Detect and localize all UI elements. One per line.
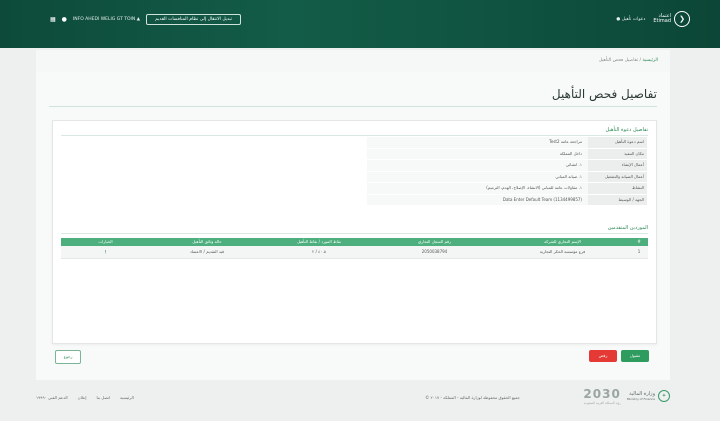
detail-value: ١. صيانة المباني (367, 171, 588, 182)
vision-tagline: رؤية المملكة العربية السعودية (583, 401, 621, 405)
footer-link-home[interactable]: الرئيسية (120, 395, 134, 400)
detail-row: اسم دعوة التأهيل مراجعة عامة Test2 (367, 137, 647, 149)
logo-text-en: Etimad (653, 18, 671, 24)
detail-value: داخل المملكة (367, 148, 588, 159)
suppliers-table: # الإسم التجاري للشركة رقم السجل التجاري… (61, 238, 648, 259)
accept-button[interactable]: مقبول (621, 350, 649, 362)
column-header-cr-number: رقم السجل التجاري (418, 239, 451, 244)
detail-row: النشاط ١. مقاولات عامة للمباني (الانشاء،… (367, 183, 647, 195)
footer-link-contact[interactable]: اتصل بنا (97, 395, 111, 400)
vision-2030-logo: 2030 (583, 387, 621, 401)
header-right-group: ● دعوات تأهيل اعتماد Etimad ❯ (616, 11, 690, 27)
notification-icon[interactable]: ● (62, 16, 67, 23)
title-divider (49, 106, 657, 107)
user-company-name[interactable]: INFO AHEDI WELIG GT TOIN ▲ (73, 17, 140, 22)
column-header-index: # (637, 239, 641, 244)
row-score: ٤٠.٥ / ٢ (312, 249, 326, 254)
ministry-emblem-icon: ✦ (658, 390, 670, 402)
suppliers-section-title: الموردين المتقدمين (607, 225, 648, 231)
detail-label: الجهة / الوسيط (588, 194, 647, 205)
row-options-kebab-icon[interactable]: ⋮ (61, 246, 150, 258)
row-cr-number: 2050038794 (421, 249, 448, 254)
detail-value: ١. مقاولات عامة للمباني (الانشاء، الإصلا… (367, 183, 588, 194)
details-card: تفاصيل دعوة التأهيل اسم دعوة التأهيل مرا… (52, 120, 657, 344)
grid-menu-icon[interactable]: ▦ (50, 16, 56, 23)
breadcrumb: الرئيسية / تفاصيل فحص التأهيل (599, 58, 658, 63)
detail-label: أعمال الإنشاء (588, 160, 647, 171)
detail-label: اسم دعوة التأهيل (588, 137, 647, 148)
details-section-title: تفاصيل دعوة التأهيل (605, 127, 648, 133)
copyright-text: جميع الحقوق محفوظة لوزارة المالية - المم… (425, 395, 520, 400)
column-header-company: الإسم التجاري للشركة (544, 239, 581, 244)
detail-value: مراجعة عامة Test2 (367, 137, 588, 148)
detail-label: النشاط (588, 183, 647, 194)
detail-label: مكان التنفيذ (588, 148, 647, 159)
row-index: 1 (637, 249, 641, 254)
detail-value: ١. انشائي (367, 160, 588, 171)
column-header-options: الخيارات (98, 239, 113, 244)
footer-links: الرئيسية اتصل بنا إعلان الدعم الفني ١٩٩٩… (36, 395, 134, 400)
column-header-score: نقاط المورد / نقاط التأهيل (296, 239, 342, 244)
footer-link-support[interactable]: الدعم الفني ١٩٩٩٠ (36, 395, 68, 400)
details-section-divider (61, 135, 648, 136)
breadcrumb-bar: الرئيسية / تفاصيل فحص التأهيل (36, 50, 670, 73)
page-footer: 2030 رؤية المملكة العربية السعودية وزارة… (36, 383, 670, 413)
table-header: # الإسم التجاري للشركة رقم السجل التجاري… (61, 238, 648, 246)
row-status: قيد التقديم / الاعتماد (189, 249, 225, 254)
ministry-name-en: Ministry of Finance (626, 397, 655, 401)
header-left-group: ▦ ● INFO AHEDI WELIG GT TOIN ▲ تبديل الا… (50, 12, 241, 26)
detail-row: الجهة / الوسيط Data Enter Default Team (… (367, 194, 647, 206)
detail-value: Data Enter Default Team (1134499857) (367, 194, 588, 205)
column-header-status: حالة وثائق التأهيل (192, 239, 222, 244)
breadcrumb-current: تفاصيل فحص التأهيل (598, 58, 639, 63)
footer-logos: 2030 رؤية المملكة العربية السعودية وزارة… (583, 387, 670, 405)
user-menu[interactable]: ● دعوات تأهيل (616, 17, 645, 22)
detail-row: أعمال الصيانة والتشغيل ١. صيانة المباني (367, 171, 647, 183)
breadcrumb-separator: / (639, 58, 642, 63)
page-title: تفاصيل فحص التأهيل (551, 87, 657, 101)
row-company: فرع مؤسسة الحكر التجارية (539, 249, 586, 254)
details-table: اسم دعوة التأهيل مراجعة عامة Test2 مكان … (367, 137, 647, 206)
breadcrumb-home-link[interactable]: الرئيسية (643, 58, 659, 63)
main-content: تفاصيل فحص التأهيل تفاصيل دعوة التأهيل ا… (36, 72, 670, 380)
detail-label: أعمال الصيانة والتشغيل (588, 171, 647, 182)
reject-button[interactable]: رفض (589, 350, 617, 362)
back-button[interactable]: رجوع (55, 350, 81, 364)
etimad-logo[interactable]: اعتماد Etimad ❯ (653, 11, 690, 27)
ministry-logo: وزارة المالية Ministry of Finance ✦ (627, 390, 670, 402)
detail-row: أعمال الإنشاء ١. انشائي (367, 160, 647, 172)
top-navigation-bar: ▦ ● INFO AHEDI WELIG GT TOIN ▲ تبديل الا… (0, 0, 720, 48)
suppliers-section-divider (61, 233, 648, 234)
detail-row: مكان التنفيذ داخل المملكة (367, 148, 647, 160)
action-bar: رجوع رفض مقبول (52, 346, 655, 366)
table-row: 1 فرع مؤسسة الحكر التجارية 2050038794 ٤٠… (61, 246, 648, 259)
footer-link-announcement[interactable]: إعلان (78, 395, 87, 400)
logo-arrow-icon: ❯ (674, 11, 690, 27)
switch-system-button[interactable]: تبديل الانتقال إلى نظام المنافسات القديم (146, 13, 241, 25)
